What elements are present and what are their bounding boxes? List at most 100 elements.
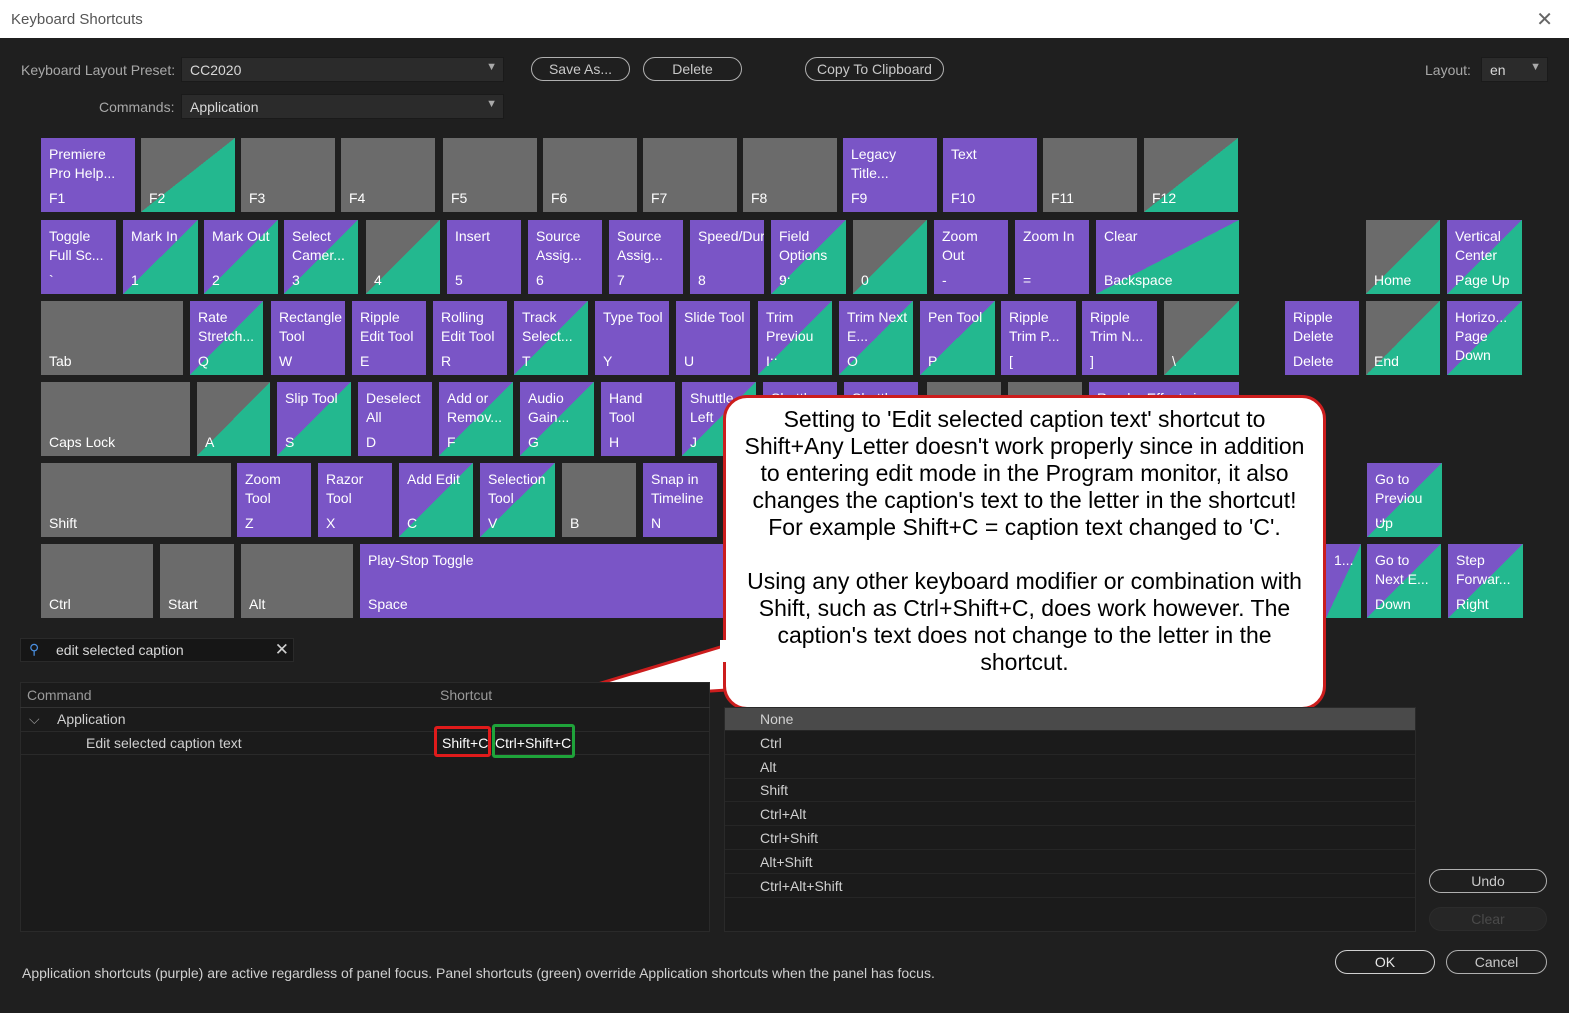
shortcut-ctrl-shift-c[interactable]: Ctrl+Shift+C (495, 735, 571, 751)
key-delete[interactable]: Ripple Delete Delete (1285, 301, 1359, 375)
key-unlabeled-44[interactable]: Horizo... Page Down (1447, 301, 1522, 375)
modifier-item[interactable]: None (725, 708, 1415, 731)
key-backspace[interactable]: Clear Backspace (1096, 220, 1239, 294)
ok-button[interactable]: OK (1335, 950, 1435, 974)
modifier-item[interactable]: Ctrl+Alt+Shift (725, 875, 1415, 898)
modifier-item[interactable]: Alt (725, 756, 1415, 779)
key-alt[interactable]: Alt (241, 544, 353, 618)
preset-dropdown[interactable]: CC2020 ▼ (181, 57, 504, 82)
key--[interactable]: Ripple Trim N...] (1082, 301, 1157, 375)
key-7[interactable]: Source Assig... 7 (609, 220, 683, 294)
key-z[interactable]: Zoom Tool Z (237, 463, 311, 537)
copy-to-clipboard-button[interactable]: Copy To Clipboard (805, 57, 944, 81)
key-p[interactable]: Pen Tool P (920, 301, 995, 375)
modifier-item[interactable]: Ctrl+Shift (725, 827, 1415, 850)
key-command-label: Slip Tool (285, 390, 338, 406)
key-u[interactable]: Slide Tool U (676, 301, 750, 375)
key-6[interactable]: Source Assig... 6 (528, 220, 602, 294)
key-caps-lock[interactable]: Caps Lock (41, 382, 190, 456)
undo-button[interactable]: Undo (1429, 869, 1547, 893)
key-command-label: Slide Tool (684, 309, 745, 325)
command-row-edit-selected-caption[interactable]: Edit selected caption text (86, 735, 242, 751)
key-f11[interactable]: F11 (1043, 138, 1137, 212)
modifier-item[interactable]: Ctrl (725, 732, 1415, 755)
key-shift[interactable]: Shift (41, 463, 231, 537)
key-ctrl[interactable]: Ctrl (41, 544, 153, 618)
key-end[interactable]: End (1366, 301, 1440, 375)
layout-dropdown[interactable]: en ▼ (1481, 57, 1548, 82)
clear-icon[interactable]: ✕ (275, 640, 289, 660)
key-8[interactable]: Speed/Duration... 8 (690, 220, 764, 294)
commands-dropdown[interactable]: Application ▼ (181, 94, 504, 119)
key--[interactable]: Toggle Full Sc... ` (41, 220, 116, 294)
key--[interactable]: Zoom In = (1015, 220, 1089, 294)
key-9[interactable]: Field Options ... 9 (771, 220, 846, 294)
key-t[interactable]: Track Select... T (514, 301, 588, 375)
key-4[interactable]: 4 (366, 220, 440, 294)
key--[interactable]: \ (1164, 301, 1239, 375)
chevron-down-icon[interactable]: ⌵ (29, 711, 40, 728)
key-g[interactable]: Audio Gain... G (520, 382, 594, 456)
delete-button[interactable]: Delete (643, 57, 742, 81)
search-input[interactable]: edit selected caption (56, 642, 184, 658)
key-o[interactable]: Trim Next E... O (839, 301, 913, 375)
key-2[interactable]: Mark Out 2 (204, 220, 278, 294)
key-tab[interactable]: Tab (41, 301, 183, 375)
key-f4[interactable]: F4 (341, 138, 435, 212)
key-f7[interactable]: F7 (643, 138, 737, 212)
key-y[interactable]: Type Tool Y (595, 301, 669, 375)
key-x[interactable]: Razor Tool X (318, 463, 392, 537)
modifier-item[interactable]: Shift (725, 779, 1415, 803)
key-start[interactable]: Start (160, 544, 234, 618)
clear-button[interactable]: Clear (1429, 907, 1547, 931)
key-f12[interactable]: F12 (1144, 138, 1238, 212)
key-q[interactable]: Rate Stretch... Q (190, 301, 263, 375)
key-h[interactable]: Hand Tool H (601, 382, 675, 456)
key--[interactable]: Zoom Out - (934, 220, 1008, 294)
key-right[interactable]: Step Forwar... Right (1448, 544, 1523, 618)
key-f1[interactable]: Premiere Pro Help... F1 (41, 138, 135, 212)
command-group-application[interactable]: Application (57, 711, 126, 727)
key-a[interactable]: A (197, 382, 270, 456)
key-down[interactable]: Go to Next E... Down (1367, 544, 1441, 618)
key-f3[interactable]: F3 (241, 138, 335, 212)
save-as-button[interactable]: Save As... (531, 57, 630, 81)
key-f5[interactable]: F5 (443, 138, 537, 212)
modifier-item[interactable]: Alt+Shift (725, 851, 1415, 874)
key-f10[interactable]: Text F10 (943, 138, 1037, 212)
key-w[interactable]: Rectangle Tool W (271, 301, 345, 375)
key-v[interactable]: Selection Tool V (480, 463, 555, 537)
key-cap-label: ` (49, 272, 54, 288)
key-b[interactable]: B (562, 463, 636, 537)
key-f2[interactable]: F2 (141, 138, 235, 212)
key-0[interactable]: 0 (853, 220, 927, 294)
key--[interactable]: Ripple Trim P... [ (1001, 301, 1076, 375)
modifier-item[interactable]: Ctrl+Alt (725, 803, 1415, 827)
key-space[interactable]: Play-Stop Toggle Space (360, 544, 723, 618)
key-unlabeled-70[interactable]: 1... (1326, 544, 1361, 618)
key-1[interactable]: Mark In 1 (123, 220, 198, 294)
key-s[interactable]: Slip Tool S (277, 382, 351, 456)
key-command-label: Mark In (131, 228, 178, 244)
key-c[interactable]: Add Edit C (399, 463, 473, 537)
search-box[interactable]: ⚲ edit selected caption ✕ (20, 638, 294, 662)
key-home[interactable]: Home (1366, 220, 1440, 294)
key-f8[interactable]: F8 (743, 138, 837, 212)
key-f6[interactable]: F6 (543, 138, 637, 212)
key-cap-label: [ (1009, 353, 1013, 369)
key-r[interactable]: Rolling Edit Tool R (433, 301, 507, 375)
cancel-button[interactable]: Cancel (1446, 950, 1547, 974)
key-i[interactable]: Trim Previou ... I (758, 301, 832, 375)
footer-text: Application shortcuts (purple) are activ… (22, 965, 935, 981)
key-e[interactable]: Ripple Edit Tool E (352, 301, 426, 375)
key-up[interactable]: Go to Previou ... Up (1367, 463, 1442, 537)
shortcut-shift-c[interactable]: Shift+C (442, 735, 488, 751)
key-f[interactable]: Add or Remov... F (439, 382, 513, 456)
key-5[interactable]: Insert 5 (447, 220, 521, 294)
key-f9[interactable]: Legacy Title... F9 (843, 138, 937, 212)
key-d[interactable]: Deselect All D (358, 382, 432, 456)
key-n[interactable]: Snap in Timeline N (643, 463, 717, 537)
key-page-up[interactable]: Vertical Center Page Up (1447, 220, 1522, 294)
key-3[interactable]: Select Camer... 3 (284, 220, 358, 294)
close-icon[interactable]: ✕ (1536, 7, 1553, 32)
